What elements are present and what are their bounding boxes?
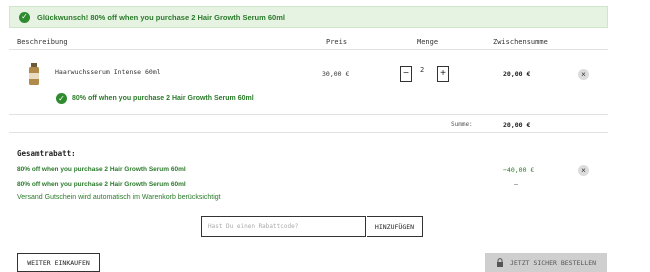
banner-text: Glückwunsch! 80% off when you purchase 2… [37, 12, 285, 22]
discount-line-2-value: – [514, 181, 518, 188]
apply-coupon-button[interactable]: HINZUFÜGEN [367, 216, 423, 237]
sum-value: 20,00 € [503, 121, 531, 129]
sum-label: Summe: [451, 121, 473, 128]
coupon-code-input[interactable] [201, 216, 366, 237]
increase-quantity-button[interactable]: + [437, 66, 449, 82]
item-promo: ✓ 80% off when you purchase 2 Hair Growt… [56, 93, 254, 104]
total-discount-title: Gesamtrabatt: [17, 149, 76, 158]
shipping-note: Versand Gutschein wird automatisch im Wa… [17, 194, 221, 201]
discount-line-1-value: −40,00 € [503, 166, 535, 174]
remove-discount-button[interactable]: × [578, 165, 589, 176]
continue-shopping-button[interactable]: WEITER EINKAUFEN [17, 253, 100, 272]
header-subtotal: Zwischensumme [493, 38, 548, 46]
discount-line-1: 80% off when you purchase 2 Hair Growth … [17, 166, 186, 173]
checkout-label: JETZT SICHER BESTELLEN [509, 258, 597, 267]
item-subtotal: 20,00 € [503, 70, 531, 78]
check-icon: ✓ [19, 11, 30, 23]
divider [9, 49, 608, 50]
remove-item-button[interactable]: × [578, 69, 589, 80]
checkout-button[interactable]: JETZT SICHER BESTELLEN [485, 253, 607, 272]
product-name[interactable]: Haarwuchsserum Intense 60ml [55, 68, 161, 76]
discount-line-2: 80% off when you purchase 2 Hair Growth … [17, 181, 186, 188]
divider [9, 132, 608, 133]
success-banner: ✓ Glückwunsch! 80% off when you purchase… [9, 6, 608, 28]
header-description: Beschreibung [17, 38, 68, 46]
header-quantity: Menge [417, 38, 439, 46]
check-icon: ✓ [56, 93, 67, 104]
quantity-value[interactable]: 2 [420, 66, 424, 74]
lock-icon [496, 258, 503, 267]
divider [9, 114, 608, 115]
header-price: Preis [326, 38, 348, 46]
item-promo-text: 80% off when you purchase 2 Hair Growth … [72, 95, 254, 102]
decrease-quantity-button[interactable]: − [400, 66, 412, 82]
product-image[interactable] [24, 62, 44, 86]
product-price: 30,00 € [322, 70, 350, 78]
